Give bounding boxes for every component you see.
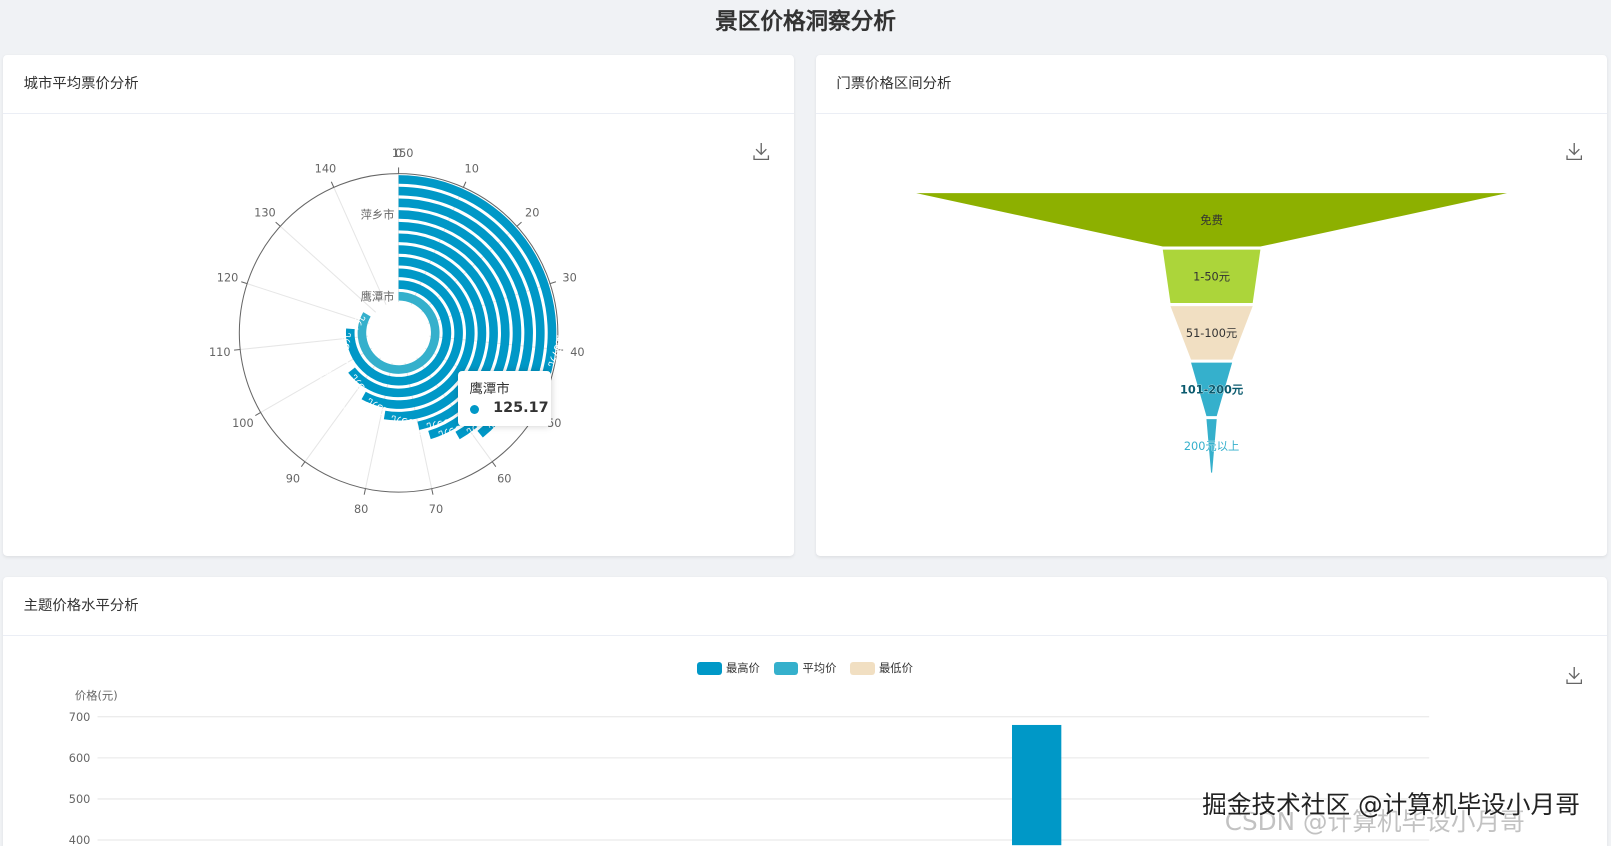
watermark: 掘金技术社区 @计算机毕设小月哥	[1202, 790, 1580, 820]
page-title: 景区价格洞察分析	[715, 9, 896, 36]
axis-tick	[363, 488, 367, 495]
bar	[1012, 725, 1062, 846]
funnel-label: 1-50元	[1193, 271, 1230, 284]
axis-tick	[491, 461, 497, 468]
angle-tick-label: 10	[465, 163, 479, 176]
axis-tick	[330, 181, 335, 188]
angle-tick-label: 110	[209, 346, 231, 359]
angle-tick-label: 30	[562, 271, 576, 284]
polar-bar	[357, 291, 440, 374]
angle-tick-label: 120	[217, 271, 239, 284]
tooltip-marker	[469, 404, 479, 415]
radial-axis-label: 萍乡市	[361, 208, 395, 222]
y-tick-label: 500	[69, 794, 91, 807]
tooltip-name: 鹰潭市	[469, 382, 510, 398]
grid-line	[333, 187, 387, 305]
axis-tick	[549, 281, 557, 285]
chart-tooltip: 鹰潭市 125.17	[458, 370, 551, 427]
axis-tick	[275, 221, 281, 227]
radial-axis-label: 鹰潭市	[361, 289, 395, 303]
funnel-label: 51-100元	[1186, 327, 1237, 340]
angle-tick-label: 100	[232, 417, 254, 430]
funnel-label: 免费	[1200, 213, 1223, 227]
price-range-card: 门票价格区间分析 免费 1-50元 51-100元 101-200元 200元以上	[815, 55, 1607, 556]
funnel-chart: 免费 1-50元 51-100元 101-200元 200元以上	[916, 193, 1507, 473]
polar-bar-chart: 0102030405060708090100110120130140150鹰潭市…	[209, 147, 585, 516]
angle-tick-label: 130	[254, 207, 276, 220]
card-title: 门票价格区间分析	[815, 55, 1607, 115]
angle-tick-label: 80	[354, 503, 368, 516]
axis-tick	[234, 349, 241, 351]
tooltip-value: 125.17	[493, 399, 549, 416]
axis-tick	[241, 281, 248, 285]
axis-tick	[301, 461, 306, 468]
city-avg-price-card: 城市平均票价分析 0 10 20 30 40 50 60 70 80 90 100 110 120 130…	[3, 55, 795, 556]
angle-tick-label: 140	[315, 163, 337, 176]
axis-tick	[516, 221, 522, 227]
funnel-label: 101-200元	[1180, 384, 1244, 397]
y-tick-label: 700	[69, 711, 91, 724]
angle-tick-label: 150	[392, 147, 414, 160]
angle-tick-label: 70	[429, 503, 443, 516]
angle-tick-label: 20	[525, 207, 539, 220]
y-tick-label: 400	[69, 835, 91, 846]
funnel-label: 200元以上	[1184, 440, 1239, 453]
card-title: 城市平均票价分析	[3, 55, 795, 115]
y-axis-title: 价格(元)	[75, 689, 118, 703]
axis-tick	[431, 488, 434, 495]
axis-tick	[255, 412, 261, 417]
angle-tick-label: 40	[570, 346, 584, 359]
axis-tick	[462, 181, 467, 188]
angle-tick-label: 60	[497, 472, 511, 485]
angle-tick-label: 90	[286, 472, 300, 485]
y-tick-label: 600	[69, 752, 91, 765]
